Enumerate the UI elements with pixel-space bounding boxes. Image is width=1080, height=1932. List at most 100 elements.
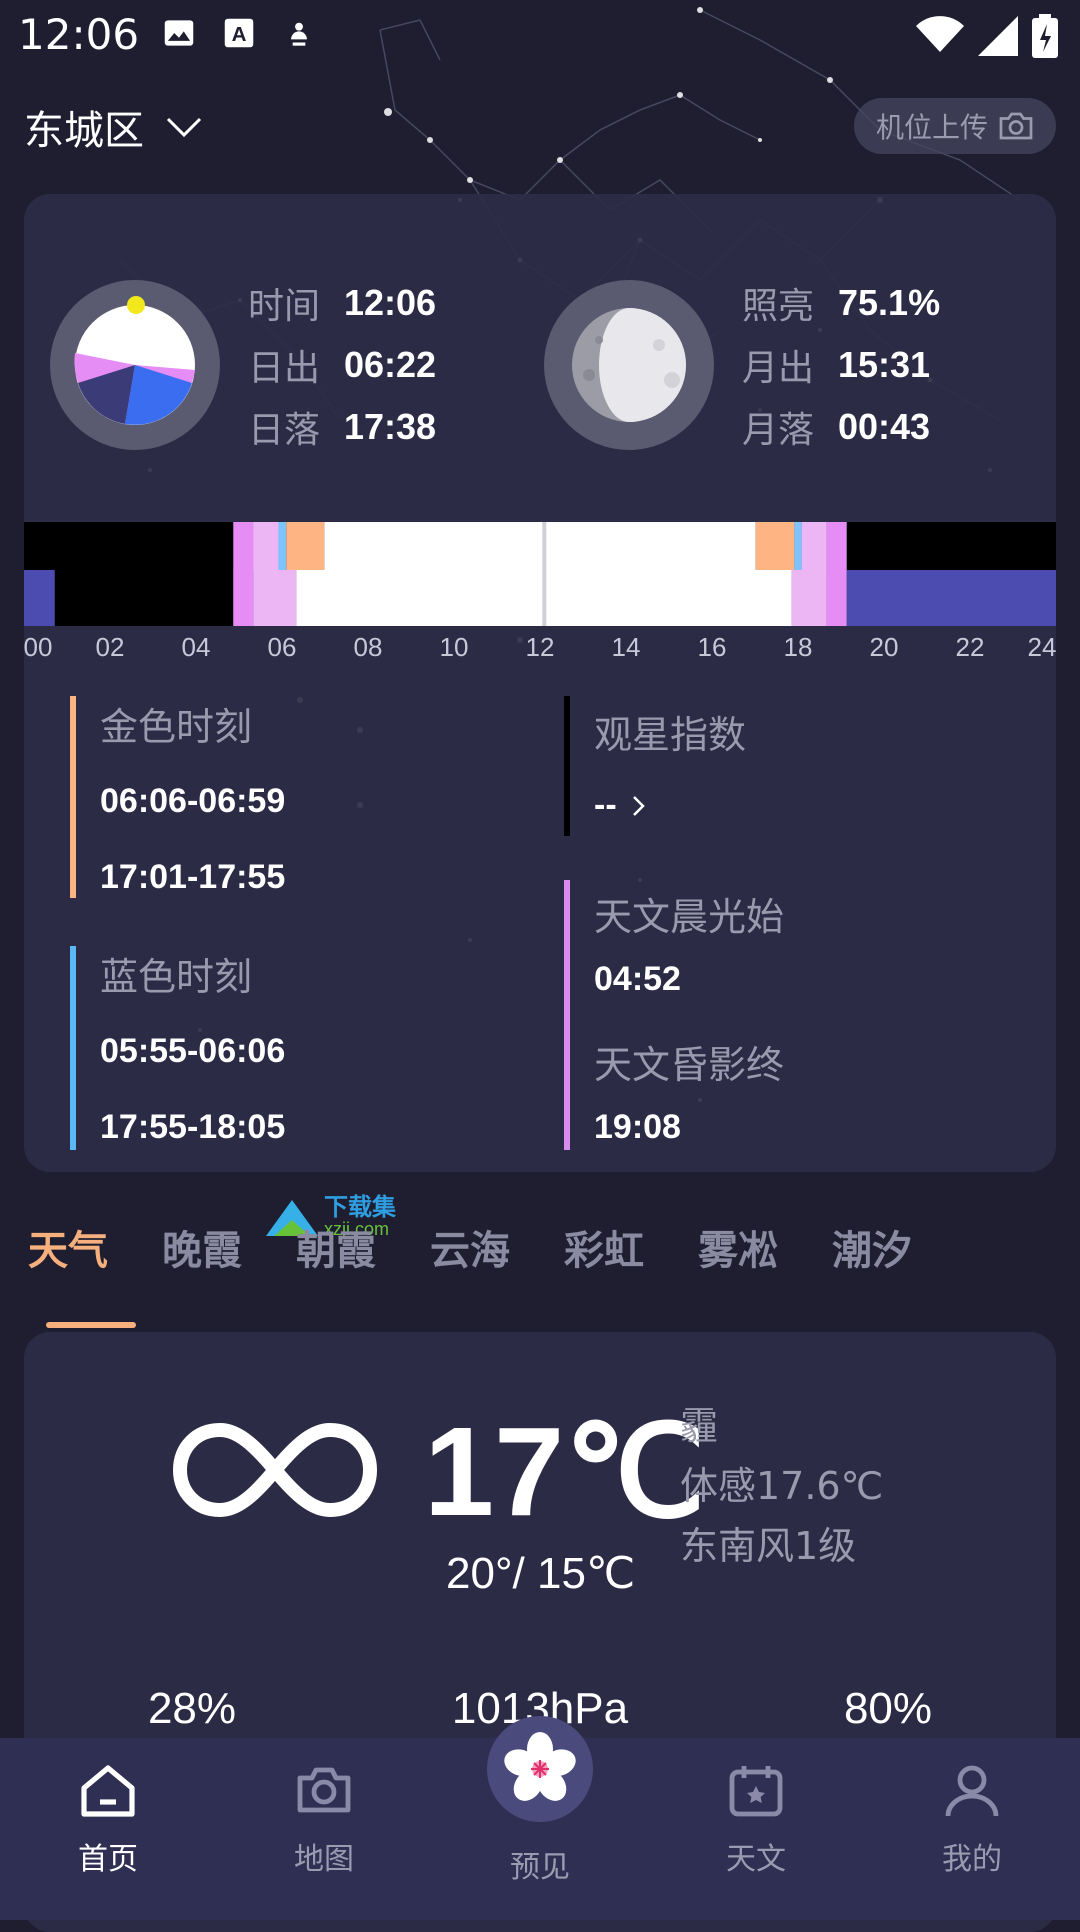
timeline-blue-morning-segment bbox=[278, 522, 287, 570]
tab-weather[interactable]: 天气 bbox=[28, 1218, 108, 1276]
nav-home-label: 首页 bbox=[78, 1842, 138, 1877]
timeline-day-segment bbox=[324, 522, 756, 570]
sunset-row: 日落 17:38 bbox=[248, 396, 436, 458]
timeline-lower-twilight-segment bbox=[253, 570, 297, 626]
sunrise-row: 日出 06:22 bbox=[248, 334, 436, 396]
blue-hour-title: 蓝色时刻 bbox=[100, 955, 253, 999]
signal-icon bbox=[978, 16, 1018, 56]
calendar-icon bbox=[729, 1766, 783, 1817]
nav-forecast[interactable]: 预见 bbox=[470, 1834, 610, 1886]
cloud-cover-value: 80% bbox=[843, 1684, 933, 1733]
weather-description: 霾 体感17.6℃ 东南风1级 bbox=[680, 1396, 883, 1576]
blue-hour-bar bbox=[70, 946, 76, 1150]
golden-hour-bar bbox=[70, 696, 76, 898]
upload-label: 机位上传 bbox=[875, 111, 988, 144]
forecast-tabs: 天气 晚霞 朝霞 云海 彩虹 雾凇 潮汐 bbox=[28, 1218, 912, 1276]
timeline-nautical-dawn-segment bbox=[253, 522, 279, 570]
status-system-icons bbox=[916, 14, 1058, 58]
timeline-hour-label: 12 bbox=[525, 632, 555, 662]
tab-cloud-sea[interactable]: 云海 bbox=[430, 1218, 510, 1276]
current-time-marker bbox=[542, 522, 547, 626]
moon-illumination-value: 75.1% bbox=[838, 282, 941, 323]
city-selector[interactable]: 东城区 bbox=[24, 98, 204, 156]
sun-time-row: 时间 12:06 bbox=[248, 272, 436, 334]
moonset-label: 月落 bbox=[742, 410, 815, 451]
chevron-right-icon bbox=[632, 795, 645, 816]
user-icon bbox=[945, 1765, 999, 1817]
moonset-row: 月落 00:43 bbox=[742, 396, 940, 458]
nav-map[interactable]: 地图 bbox=[254, 1758, 394, 1878]
timeline-lower-night-segment bbox=[54, 570, 234, 626]
timeline-hour-label: 04 bbox=[181, 632, 211, 662]
tab-rime[interactable]: 雾凇 bbox=[698, 1218, 778, 1276]
astro-dawn-title: 天文晨光始 bbox=[594, 895, 785, 939]
timeline-hour-label: 08 bbox=[353, 632, 383, 662]
spot-upload-button[interactable]: 机位上传 bbox=[853, 98, 1056, 154]
camera-icon bbox=[999, 112, 1033, 140]
humidity-value: 28% bbox=[147, 1684, 237, 1733]
moon-dial bbox=[544, 280, 714, 450]
status-time: 12:06 bbox=[18, 10, 140, 59]
timeline-lower-astro-evening-segment bbox=[826, 570, 847, 626]
golden-hour-evening: 17:01-17:55 bbox=[100, 858, 286, 896]
moonrise-label: 月出 bbox=[742, 348, 815, 389]
weather-condition: 霾 bbox=[680, 1404, 719, 1448]
city-name: 东城区 bbox=[24, 108, 144, 154]
forecast-center-button[interactable] bbox=[487, 1716, 593, 1822]
text-app-icon: A bbox=[224, 18, 254, 48]
timeline-nautical-dusk-segment bbox=[801, 522, 827, 570]
sunset-value: 17:38 bbox=[344, 406, 437, 447]
nav-home[interactable]: 首页 bbox=[38, 1758, 178, 1878]
day-light-timeline[interactable] bbox=[24, 522, 1056, 626]
sunrise-value: 06:22 bbox=[344, 344, 437, 385]
feels-like: 体感17.6℃ bbox=[680, 1464, 884, 1508]
timeline-hour-label: 10 bbox=[439, 632, 469, 662]
android-debug-icon bbox=[291, 22, 307, 46]
svg-text:A: A bbox=[232, 23, 247, 46]
wind-info: 东南风1级 bbox=[680, 1524, 857, 1568]
tab-sunset-glow[interactable]: 晚霞 bbox=[162, 1218, 242, 1276]
sun-time-label: 时间 bbox=[248, 286, 321, 327]
home-icon bbox=[81, 1765, 135, 1817]
timeline-lower-astro-segment bbox=[233, 570, 254, 626]
nav-astronomy[interactable]: 天文 bbox=[686, 1758, 826, 1878]
watermark-text-cn: 下载集 bbox=[324, 1193, 396, 1221]
blue-hour-evening: 17:55-18:05 bbox=[100, 1108, 286, 1146]
camera-icon bbox=[297, 1767, 351, 1813]
active-tab-indicator bbox=[46, 1322, 136, 1328]
timeline-lower-moon-evening-segment bbox=[846, 570, 1056, 626]
moonset-value: 00:43 bbox=[838, 406, 931, 447]
golden-hour-title: 金色时刻 bbox=[100, 705, 253, 749]
nav-profile[interactable]: 我的 bbox=[902, 1758, 1042, 1878]
timeline-blue-evening-segment bbox=[794, 522, 802, 570]
tab-sunrise-glow[interactable]: 朝霞 bbox=[296, 1218, 376, 1276]
stargazing-bar bbox=[564, 696, 570, 836]
sun-info: 时间 12:06 日出 06:22 日落 17:38 bbox=[248, 272, 436, 458]
blue-hour-morning: 05:55-06:06 bbox=[100, 1032, 286, 1070]
golden-hour-morning: 06:06-06:59 bbox=[100, 782, 286, 820]
tab-rainbow[interactable]: 彩虹 bbox=[564, 1218, 644, 1276]
astro-dusk-title: 天文昏影终 bbox=[594, 1043, 785, 1087]
timeline-hour-label: 24 bbox=[1027, 632, 1057, 662]
moonrise-row: 月出 15:31 bbox=[742, 334, 940, 396]
tab-tide[interactable]: 潮汐 bbox=[832, 1218, 912, 1276]
timeline-hour-label: 16 bbox=[697, 632, 727, 662]
haze-weather-icon bbox=[172, 1422, 378, 1518]
wifi-icon bbox=[916, 16, 964, 52]
moon-illumination-label: 照亮 bbox=[742, 286, 815, 327]
nav-astronomy-label: 天文 bbox=[726, 1842, 786, 1877]
timeline-hour-label: 06 bbox=[267, 632, 297, 662]
battery-icon bbox=[1032, 14, 1058, 58]
timeline-hour-label: 00 bbox=[23, 632, 53, 662]
timeline-lower-twilight-evening-segment bbox=[791, 570, 827, 626]
flower-icon bbox=[504, 1732, 576, 1801]
nav-map-label: 地图 bbox=[294, 1842, 354, 1877]
moon-illumination-row: 照亮 75.1% bbox=[742, 272, 940, 334]
status-notification-icons: A bbox=[160, 14, 318, 52]
timeline-hour-label: 18 bbox=[783, 632, 813, 662]
timeline-hour-label: 22 bbox=[955, 632, 985, 662]
stargazing-title: 观星指数 bbox=[594, 713, 747, 757]
timeline-golden-morning-segment bbox=[286, 522, 325, 570]
stargazing-link[interactable]: -- bbox=[594, 786, 647, 825]
timeline-hour-label: 02 bbox=[95, 632, 125, 662]
